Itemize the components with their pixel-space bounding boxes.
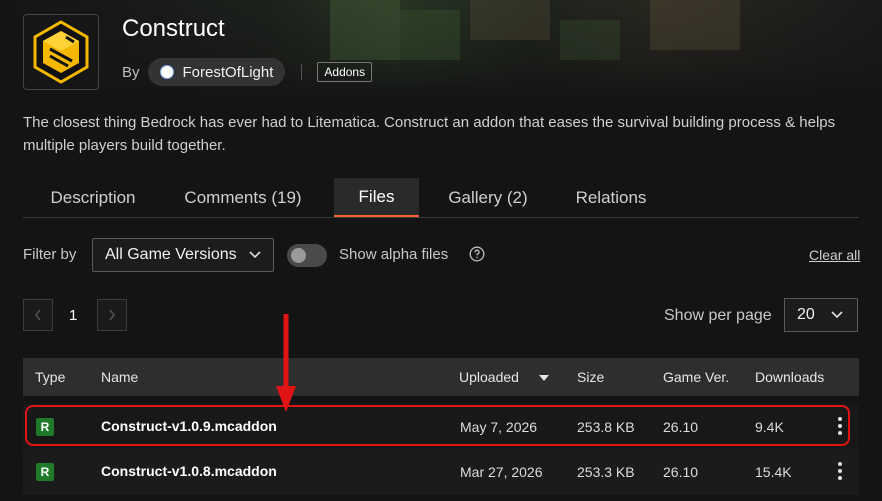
project-logo[interactable] xyxy=(23,14,99,90)
author-link[interactable]: ForestOfLight xyxy=(147,58,286,86)
tab-files[interactable]: Files xyxy=(334,178,419,217)
author-row: By ForestOfLight Addons xyxy=(122,58,373,86)
file-game-version: 26.10 xyxy=(663,464,699,480)
help-circle-icon[interactable] xyxy=(469,246,485,262)
game-version-value: All Game Versions xyxy=(105,246,237,263)
chevron-left-icon xyxy=(35,309,41,321)
clear-all-link[interactable]: Clear all xyxy=(809,247,860,263)
tab-relations[interactable]: Relations xyxy=(561,178,661,217)
chevron-down-icon xyxy=(249,251,261,259)
file-name[interactable]: Construct-v1.0.9.mcaddon xyxy=(101,418,277,434)
filter-by-label: Filter by xyxy=(23,246,77,263)
col-name[interactable]: Name xyxy=(101,369,138,385)
kebab-menu-icon[interactable] xyxy=(838,462,842,480)
show-per-page-label: Show per page xyxy=(664,307,772,324)
sort-down-icon[interactable] xyxy=(539,375,549,381)
banner-block xyxy=(650,0,740,50)
tab-gallery[interactable]: Gallery (2) xyxy=(433,178,543,217)
file-downloads: 15.4K xyxy=(755,464,792,480)
prev-page-button[interactable] xyxy=(23,299,53,331)
file-size: 253.8 KB xyxy=(577,419,635,435)
project-title: Construct xyxy=(122,15,225,42)
category-badge[interactable]: Addons xyxy=(317,62,373,82)
col-type[interactable]: Type xyxy=(35,369,65,385)
annotation-arrow xyxy=(276,314,296,412)
release-badge: R xyxy=(36,463,54,481)
divider xyxy=(301,64,303,80)
game-version-select[interactable]: All Game Versions xyxy=(92,238,274,272)
author-name: ForestOfLight xyxy=(182,63,274,81)
chevron-right-icon xyxy=(109,309,115,321)
table-row[interactable]: R Construct-v1.0.8.mcaddon Mar 27, 2026 … xyxy=(23,449,859,495)
show-alpha-label: Show alpha files xyxy=(339,246,449,263)
project-tabs: Description Comments (19) Files Gallery … xyxy=(23,178,859,218)
show-alpha-toggle[interactable] xyxy=(287,244,327,267)
author-avatar xyxy=(159,65,174,79)
banner-block xyxy=(560,20,620,60)
per-page-select[interactable]: 20 xyxy=(784,298,858,332)
current-page[interactable]: 1 xyxy=(69,307,77,324)
file-name[interactable]: Construct-v1.0.8.mcaddon xyxy=(101,463,277,479)
col-uploaded[interactable]: Uploaded xyxy=(459,369,519,385)
file-uploaded: Mar 27, 2026 xyxy=(460,464,543,480)
col-downloads[interactable]: Downloads xyxy=(755,369,824,385)
tab-comments[interactable]: Comments (19) xyxy=(173,178,313,217)
by-label: By xyxy=(122,63,140,81)
file-uploaded: May 7, 2026 xyxy=(460,419,538,435)
chevron-down-icon xyxy=(831,311,843,319)
table-row[interactable]: R Construct-v1.0.9.mcaddon May 7, 2026 2… xyxy=(23,404,859,450)
file-downloads: 9.4K xyxy=(755,419,784,435)
file-size: 253.3 KB xyxy=(577,464,635,480)
file-game-version: 26.10 xyxy=(663,419,699,435)
banner-block xyxy=(400,10,460,60)
release-badge: R xyxy=(36,418,54,436)
construct-logo xyxy=(33,20,89,84)
col-game-ver[interactable]: Game Ver. xyxy=(663,369,729,385)
banner-block xyxy=(470,0,550,40)
col-size[interactable]: Size xyxy=(577,369,604,385)
next-page-button[interactable] xyxy=(97,299,127,331)
per-page-value: 20 xyxy=(797,306,815,323)
kebab-menu-icon[interactable] xyxy=(838,417,842,435)
files-table-header: Type Name Uploaded Size Game Ver. Downlo… xyxy=(23,358,859,396)
project-description: The closest thing Bedrock has ever had t… xyxy=(23,114,836,154)
toggle-knob xyxy=(291,248,306,263)
banner-block xyxy=(330,0,400,60)
tab-description[interactable]: Description xyxy=(23,178,163,217)
